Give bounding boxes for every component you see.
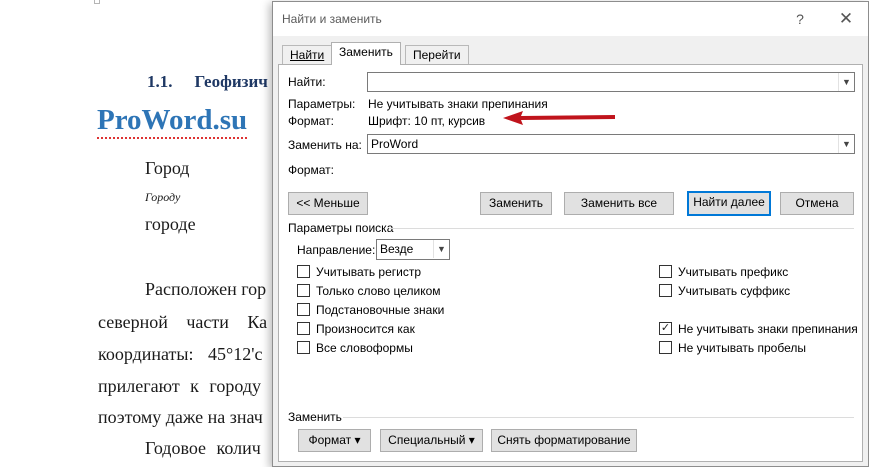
tab-find[interactable]: Найти <box>282 45 333 64</box>
checkbox-box[interactable] <box>297 341 310 355</box>
tab-goto-label: Перейти <box>413 48 461 62</box>
tab-find-label: Найти <box>290 48 325 62</box>
replace-format-label: Формат: <box>288 163 334 177</box>
checkbox-label: Учитывать регистр <box>316 265 422 279</box>
checkbox-label: Учитывать префикс <box>678 265 789 279</box>
doc-line: Годовое колич <box>145 438 261 458</box>
doc-line: северной части Ка <box>98 312 268 332</box>
checkbox-label: Учитывать суффикс <box>678 284 791 298</box>
doc-line: поэтому даже на знач <box>98 407 263 427</box>
checkbox-box[interactable] <box>297 303 310 317</box>
dialog-titlebar[interactable]: Найти и заменить ? ✕ <box>273 2 868 36</box>
checkbox-label: Не учитывать пробелы <box>678 341 806 355</box>
tab-replace-label: Заменить <box>339 45 393 59</box>
checkbox-sounds-like[interactable]: Произносится как <box>297 322 415 338</box>
checkbox-all-word-forms[interactable]: Все словоформы <box>297 341 413 357</box>
page-corner-marker <box>94 0 100 4</box>
doc-line: городе <box>145 214 196 234</box>
replace-label: Заменить на: <box>288 138 362 152</box>
checkbox-label: Подстановочные знаки <box>316 303 445 317</box>
doc-line: координаты: 45°12'с <box>98 344 263 364</box>
chevron-down-icon[interactable]: ▼ <box>838 73 854 91</box>
replace-button[interactable]: Заменить <box>480 192 552 215</box>
params-value: Не учитывать знаки препинания <box>368 97 548 111</box>
cancel-button[interactable]: Отмена <box>780 192 854 215</box>
find-format-value: Шрифт: 10 пт, курсив <box>368 114 486 128</box>
checkbox-label: Все словоформы <box>316 341 413 355</box>
checkbox-label: Не учитывать знаки препинания <box>678 322 858 336</box>
checkbox-whole-word[interactable]: Только слово целиком <box>297 284 441 300</box>
checkmark-icon[interactable]: ✓ <box>659 322 672 336</box>
chevron-down-icon[interactable]: ▼ <box>838 135 854 153</box>
less-button[interactable]: << Меньше <box>288 192 368 215</box>
help-icon[interactable]: ? <box>789 8 811 30</box>
doc-proword-text: ProWord.su <box>97 103 248 139</box>
doc-heading-number: 1.1. <box>147 72 173 91</box>
close-icon[interactable]: ✕ <box>835 8 857 30</box>
checkbox-box[interactable] <box>297 265 310 279</box>
checkbox-box[interactable] <box>659 284 672 298</box>
search-params-title: Параметры поиска <box>288 221 394 235</box>
find-next-button[interactable]: Найти далее <box>687 191 771 216</box>
doc-heading-text: Геофизич <box>194 72 268 91</box>
doc-heading: 1.1. Геофизич <box>147 72 268 92</box>
direction-select-value: Везде <box>380 242 414 256</box>
direction-label: Направление: <box>297 243 376 257</box>
annotation-arrow-icon <box>503 111 615 125</box>
chevron-down-icon[interactable]: ▼ <box>433 240 449 258</box>
params-label: Параметры: <box>288 97 356 111</box>
find-replace-dialog: Найти и заменить ? ✕ Найти Заменить Пере… <box>272 1 869 467</box>
doc-line: Город <box>145 158 190 178</box>
checkbox-ignore-spaces[interactable]: Не учитывать пробелы <box>659 341 806 357</box>
dialog-title: Найти и заменить <box>282 12 382 26</box>
doc-line: Городу <box>145 190 181 204</box>
checkbox-ignore-punctuation[interactable]: ✓ Не учитывать знаки препинания <box>659 322 858 338</box>
checkbox-box[interactable] <box>659 265 672 279</box>
checkbox-wildcards[interactable]: Подстановочные знаки <box>297 303 444 319</box>
direction-select[interactable]: Везде ▼ <box>376 239 450 260</box>
replace-all-button[interactable]: Заменить все <box>564 192 674 215</box>
doc-line: Расположен гор <box>145 279 267 299</box>
replace-section-divider <box>343 417 854 418</box>
clear-formatting-button[interactable]: Снять форматирование <box>491 429 637 452</box>
checkbox-label: Произносится как <box>316 322 415 336</box>
search-params-divider <box>389 228 854 229</box>
checkbox-box[interactable] <box>297 322 310 336</box>
checkbox-match-suffix[interactable]: Учитывать суффикс <box>659 284 790 300</box>
format-menu-button[interactable]: Формат ▾ <box>298 429 371 452</box>
replace-input-value: ProWord <box>371 137 419 151</box>
find-label: Найти: <box>288 75 326 89</box>
find-input[interactable]: ▼ <box>367 72 855 92</box>
replace-section-title: Заменить <box>288 410 342 424</box>
checkbox-match-prefix[interactable]: Учитывать префикс <box>659 265 788 281</box>
special-menu-button[interactable]: Специальный ▾ <box>380 429 483 452</box>
checkbox-box[interactable] <box>659 341 672 355</box>
tab-replace[interactable]: Заменить <box>331 42 401 65</box>
doc-line: прилегают к городу <box>98 376 262 396</box>
checkbox-label: Только слово целиком <box>316 284 441 298</box>
replace-input[interactable]: ProWord ▼ <box>367 134 855 154</box>
checkbox-match-case[interactable]: Учитывать регистр <box>297 265 421 281</box>
find-format-label: Формат: <box>288 114 334 128</box>
tab-goto[interactable]: Перейти <box>405 45 469 64</box>
checkbox-box[interactable] <box>297 284 310 298</box>
